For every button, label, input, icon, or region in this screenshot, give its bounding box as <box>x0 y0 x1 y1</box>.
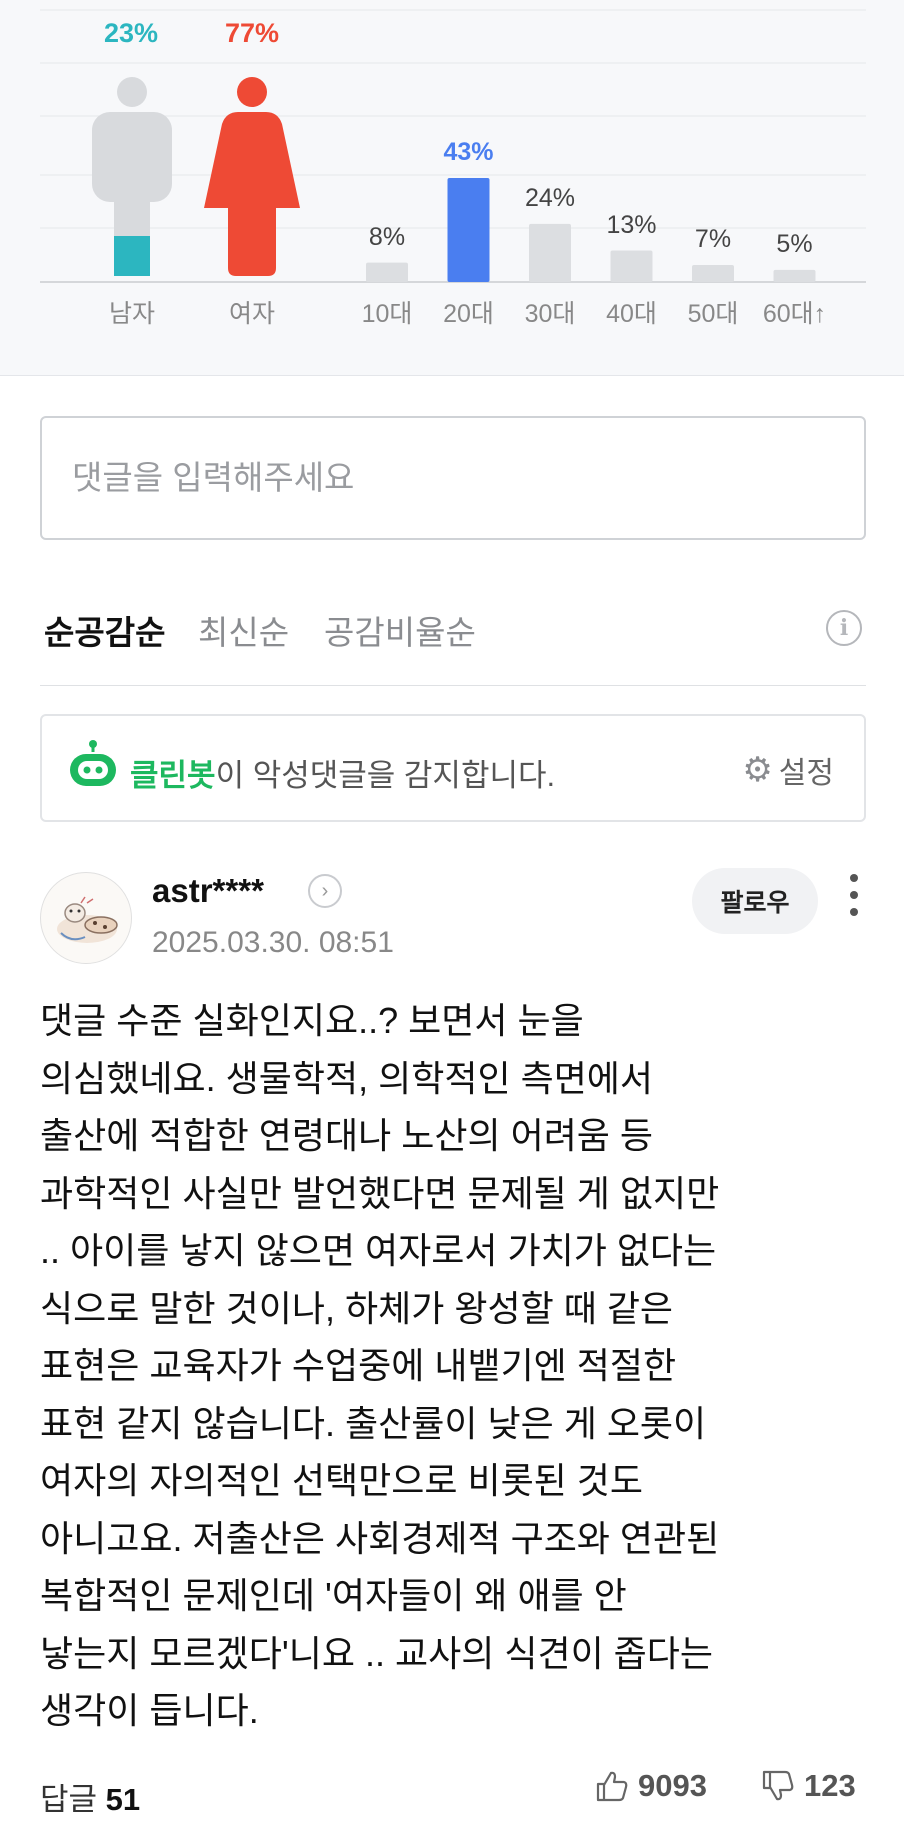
female-label: 여자 <box>228 300 275 328</box>
comment-line: 표현 같지 않습니다. 출산률이 낮은 게 오롯이 <box>40 1402 707 1444</box>
reply-count: 51 <box>105 1782 141 1817</box>
age-percent-label: 5% <box>776 229 813 258</box>
cleanbot-message-text: 이 악성댓글을 감지합니다. <box>215 758 556 793</box>
comment-line: 댓글 수준 실화인지요..? 보면서 눈을 <box>40 1000 584 1041</box>
cleanbot-name[interactable]: 클린봇 <box>130 758 216 793</box>
cleanbot-banner: 클린봇이 악성댓글을 감지합니다. ⚙ 설정 <box>40 714 866 822</box>
comment-input[interactable]: 댓글을 입력해주세요 <box>40 416 866 540</box>
comment-line: 식으로 말한 것이나, 하체가 왕성할 때 같은 <box>40 1287 674 1329</box>
tab-sort-most-liked[interactable]: 순공감순 <box>44 606 165 654</box>
thumbs-down-icon <box>762 1770 794 1801</box>
comment-line: 복합적인 문제인데 '여자들이 왜 애를 안 <box>40 1575 627 1616</box>
comment-line: 생각이 듭니다. <box>40 1690 259 1731</box>
age-bar-60대↑ <box>773 269 816 282</box>
comment-line: 아니고요. 저출산은 사회경제적 구조와 연관된 <box>40 1517 720 1559</box>
follow-button[interactable]: 팔로우 <box>692 868 818 934</box>
demographics-panel: 23% 77% 8% 43% 24% 13% 7% 5% 남자 여자 10대 20대 30대 4… <box>0 0 904 376</box>
age-axis-label: 60대↑ <box>762 300 827 328</box>
comment-author[interactable]: astr**** <box>152 872 264 910</box>
age-bar-20대 <box>447 177 490 282</box>
male-figure-icon <box>92 77 172 276</box>
tab-sort-like-ratio[interactable]: 공감비율순 <box>324 606 476 654</box>
female-percent: 77% <box>224 18 280 48</box>
comment-line: 과학적인 사실만 발언했다면 문제될 게 없지만 <box>40 1172 720 1214</box>
sort-tabs: 순공감순 최신순 공감비율순 i <box>40 580 866 686</box>
reply-label: 답글 <box>40 1782 98 1817</box>
comment-line: 출산에 적합한 연령대나 노산의 어려움 등 <box>40 1115 654 1156</box>
gear-icon: ⚙ <box>742 751 773 789</box>
avatar-illustration-icon <box>57 896 118 943</box>
profile-chevron-right-icon[interactable]: › <box>308 874 342 908</box>
age-percent-label: 43% <box>443 137 494 166</box>
like-button[interactable]: 9093 <box>594 1768 707 1804</box>
age-percent-label: 8% <box>368 222 406 251</box>
tab-sort-latest[interactable]: 최신순 <box>198 606 289 654</box>
avatar[interactable] <box>40 872 132 964</box>
more-options-icon[interactable] <box>846 874 862 924</box>
dislike-count: 123 <box>804 1768 856 1803</box>
male-percent: 23% <box>103 18 159 48</box>
comment-line: 의심했네요. 생물학적, 의학적인 측면에서 <box>40 1057 654 1099</box>
age-bar-40대 <box>610 250 653 282</box>
cleanbot-robot-icon <box>70 740 116 786</box>
age-percent-label: 13% <box>606 210 657 239</box>
age-bar-30대 <box>529 223 571 282</box>
male-label: 남자 <box>108 300 155 328</box>
thumbs-up-icon <box>596 1771 628 1802</box>
age-bar-10대 <box>366 262 408 282</box>
reply-button[interactable]: 답글 51 <box>40 1774 140 1819</box>
age-percent-label: 24% <box>524 183 576 212</box>
comment-line: 낳는지 모르겠다'니요 .. 교사의 식견이 좁다는 <box>40 1632 714 1674</box>
info-icon[interactable]: i <box>826 610 862 646</box>
comment-line: 표현은 교육자가 수업중에 내뱉기엔 적절한 <box>40 1345 677 1386</box>
cleanbot-settings-label: 설정 <box>778 757 834 790</box>
comment-input-placeholder: 댓글을 입력해주세요 <box>72 459 355 496</box>
comment-line: 여자의 자의적인 선택만으로 비롯된 것도 <box>40 1460 644 1501</box>
comment-text: 댓글 수준 실화인지요..? 보면서 눈을의심했네요. 생물학적, 의학적인 측… <box>40 992 870 1740</box>
dislike-button[interactable]: 123 <box>760 1768 856 1804</box>
female-figure-icon <box>204 77 300 276</box>
age-percent-label: 7% <box>694 225 732 254</box>
like-count: 9093 <box>638 1768 707 1803</box>
cleanbot-message: 클린봇이 악성댓글을 감지합니다. <box>130 750 555 795</box>
cleanbot-settings-button[interactable]: ⚙ 설정 <box>742 748 834 792</box>
comment-timestamp: 2025.03.30. 08:51 <box>152 926 394 959</box>
age-bar-50대 <box>692 265 734 282</box>
comment-line: .. 아이를 낳지 않으면 여자로서 가치가 없다는 <box>40 1230 717 1271</box>
